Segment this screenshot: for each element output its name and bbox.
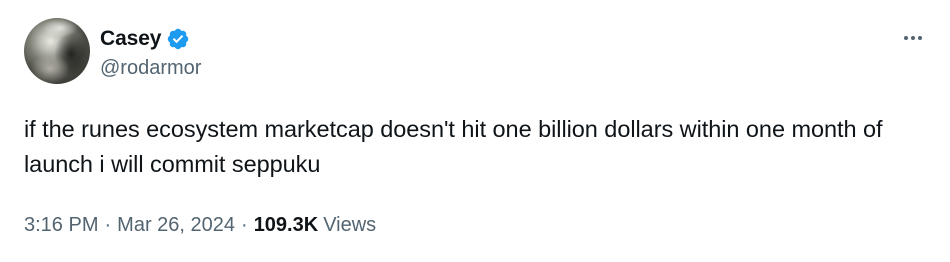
meta-separator: · (241, 214, 248, 236)
views-label: Views (323, 214, 377, 236)
more-options-icon[interactable] (898, 26, 928, 50)
verified-badge-icon[interactable] (166, 27, 190, 51)
more-dot (911, 36, 915, 40)
avatar-lowlight (30, 54, 70, 84)
tweet-card: Casey @rodarmor if the runes ecosystem m… (0, 0, 950, 262)
author-display-name[interactable]: Casey (100, 27, 161, 51)
tweet-time[interactable]: 3:16 PM (24, 214, 98, 237)
author-handle[interactable]: @rodarmor (100, 57, 201, 80)
author-name-row: Casey (100, 26, 190, 52)
avatar[interactable] (24, 18, 90, 84)
meta-separator: · (104, 214, 112, 236)
tweet-text: if the runes ecosystem marketcap doesn't… (24, 116, 883, 177)
views-count[interactable]: 109.3K (254, 214, 319, 237)
more-dot (904, 36, 908, 40)
more-dot (918, 36, 922, 40)
tweet-date[interactable]: Mar 26, 2024 (117, 214, 235, 237)
tweet-metadata: 3:16 PM · Mar 26, 2024 · 109.3K Views (24, 214, 376, 237)
